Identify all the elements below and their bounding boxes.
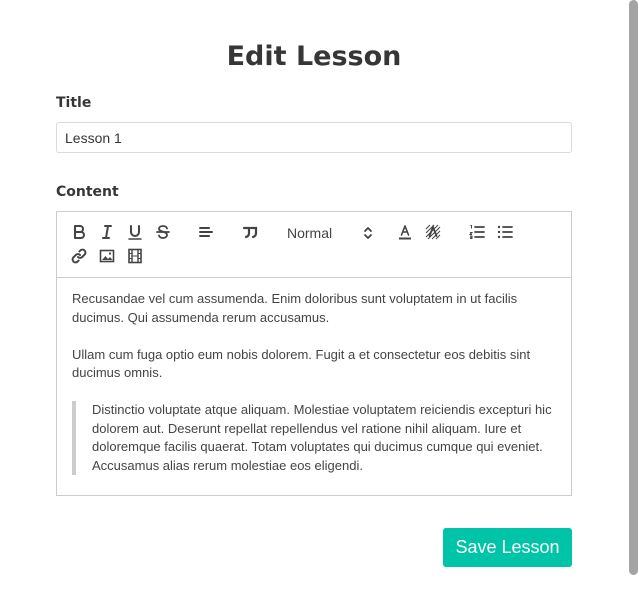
bold-icon[interactable] [69, 222, 89, 242]
rich-text-editor: Normal Recusandae vel cum assumenda. Eni… [56, 211, 572, 496]
paragraph: Ullam cum fuga optio eum nobis dolorem. … [72, 346, 531, 381]
italic-icon[interactable] [97, 222, 117, 242]
page-title: Edit Lesson [226, 41, 402, 72]
editor-toolbar: Normal [57, 212, 571, 278]
title-label: Title [56, 95, 92, 111]
video-icon[interactable] [125, 246, 145, 266]
editor-content[interactable]: Recusandae vel cum assumenda. Enim dolor… [72, 290, 552, 475]
bullet-list-icon[interactable] [495, 222, 515, 242]
scrollbar-thumb[interactable] [629, 0, 638, 575]
link-icon[interactable] [69, 246, 89, 266]
blockquote-icon[interactable] [240, 222, 260, 242]
blockquote: Distinctio voluptate atque aliquam. Mole… [72, 401, 552, 475]
title-input[interactable] [56, 122, 572, 153]
strikethrough-icon[interactable] [153, 222, 173, 242]
background-color-icon[interactable] [423, 222, 443, 242]
paragraph: Recusandae vel cum assumenda. Enim dolor… [72, 291, 518, 325]
font-color-icon[interactable] [395, 222, 415, 242]
format-select-value: Normal [287, 225, 333, 241]
ordered-list-icon[interactable] [467, 222, 487, 242]
image-icon[interactable] [97, 246, 117, 266]
format-select[interactable]: Normal [281, 222, 373, 244]
underline-icon[interactable] [125, 222, 145, 242]
save-lesson-button[interactable]: Save Lesson [443, 528, 572, 567]
align-left-icon[interactable] [196, 222, 216, 242]
content-label: Content [56, 184, 119, 200]
scrollbar[interactable] [628, 0, 639, 591]
select-caret-icon [364, 227, 372, 239]
